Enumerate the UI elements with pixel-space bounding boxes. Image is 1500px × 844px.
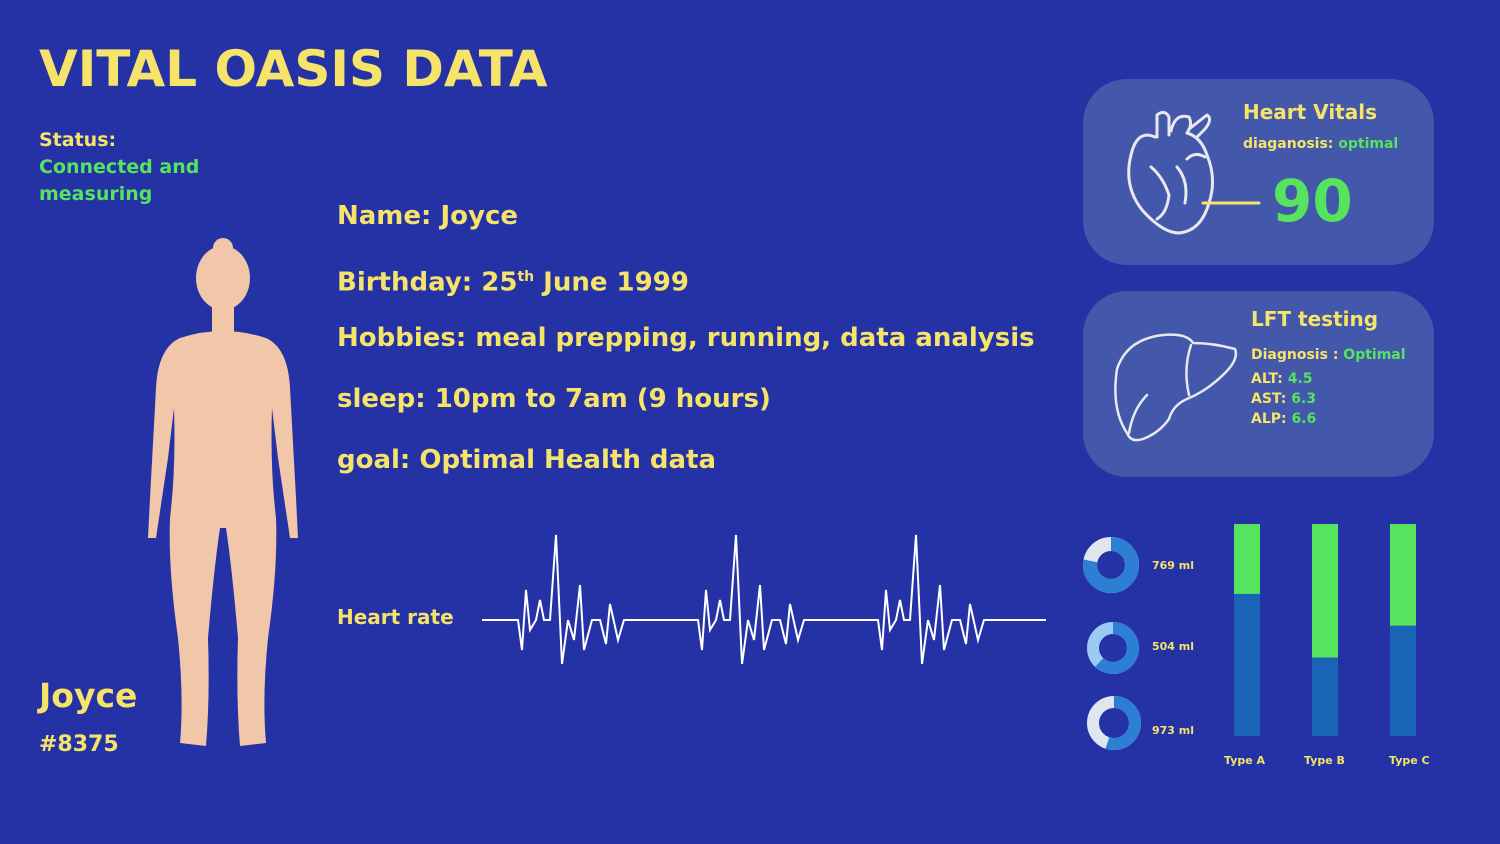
bar-green-type-b xyxy=(1312,524,1338,658)
lft-diag-value: Optimal xyxy=(1343,347,1406,363)
heart-diagnosis: diaganosis: optimal xyxy=(1243,136,1398,152)
birthday-suffix: June 1999 xyxy=(534,267,689,298)
donut-label-3: 973 ml xyxy=(1152,724,1195,737)
patient-id: #8375 xyxy=(39,732,119,757)
birthday-prefix: Birthday: 25 xyxy=(337,267,518,298)
heart-rate-label: Heart rate xyxy=(337,605,454,629)
lft-value: 6.6 xyxy=(1291,411,1317,427)
info-name: Name: Joyce xyxy=(337,201,519,231)
bar-blue-type-c xyxy=(1390,625,1416,736)
donut-chart-3 xyxy=(1087,696,1141,750)
status-block: Status: Connected and measuring xyxy=(39,127,219,208)
heart-rate-value: 90 xyxy=(1272,167,1353,235)
status-label: Status: xyxy=(39,129,117,151)
heart-diag-value: optimal xyxy=(1338,136,1399,152)
heart-icon xyxy=(1127,110,1261,235)
patient-name: Joyce xyxy=(39,676,138,715)
info-goal: goal: Optimal Health data xyxy=(337,445,717,475)
lft-diag-label: Diagnosis : xyxy=(1251,347,1344,363)
donut-label-2: 504 ml xyxy=(1152,640,1195,653)
bar-blue-type-b xyxy=(1312,657,1338,736)
body-silhouette xyxy=(148,238,298,746)
donut-label-1: 769 ml xyxy=(1152,559,1195,572)
lft-value: 6.3 xyxy=(1291,391,1316,407)
lft-row-ast: AST: 6.3 xyxy=(1251,389,1316,409)
donut-chart-1 xyxy=(1083,537,1139,593)
lft-results: ALT: 4.5 AST: 6.3 ALP: 6.6 xyxy=(1251,369,1316,429)
lft-label: ALP: xyxy=(1251,411,1292,427)
bar-green-type-a xyxy=(1234,524,1260,594)
lft-card: LFT testing Diagnosis : Optimal ALT: 4.5… xyxy=(1083,291,1434,477)
lft-title: LFT testing xyxy=(1251,307,1379,331)
info-birthday: Birthday: 25th June 1999 xyxy=(337,259,1035,320)
liver-icon xyxy=(1114,333,1238,442)
bar-label-type-c: Type C xyxy=(1389,754,1430,767)
bar-blue-type-a xyxy=(1234,593,1260,736)
info-sleep: sleep: 10pm to 7am (9 hours) xyxy=(337,384,771,414)
lft-value: 4.5 xyxy=(1287,371,1313,387)
lft-label: AST: xyxy=(1251,391,1292,407)
heart-vitals-title: Heart Vitals xyxy=(1243,100,1377,124)
donut-chart-2 xyxy=(1087,622,1139,674)
heart-vitals-card: Heart Vitals diaganosis: optimal 90 xyxy=(1083,79,1434,265)
info-hobbies: Hobbies: meal prepping, running, data an… xyxy=(337,323,1035,353)
bar-label-type-a: Type A xyxy=(1224,754,1266,767)
patient-info: Name: Joyce Birthday: 25th June 1999 Hob… xyxy=(337,198,1035,503)
lft-row-alp: ALP: 6.6 xyxy=(1251,409,1316,429)
bar-label-type-b: Type B xyxy=(1304,754,1345,767)
lft-diagnosis: Diagnosis : Optimal xyxy=(1251,347,1406,363)
lft-row-alt: ALT: 4.5 xyxy=(1251,369,1316,389)
heart-diag-label: diaganosis: xyxy=(1243,136,1339,152)
birthday-sup: th xyxy=(517,269,535,285)
page-title: VITAL OASIS DATA xyxy=(39,40,548,98)
status-value: Connected and measuring xyxy=(39,156,200,205)
stacked-bar-chart xyxy=(1234,524,1416,736)
bar-green-type-c xyxy=(1390,524,1416,626)
lft-label: ALT: xyxy=(1251,371,1288,387)
ecg-waveform xyxy=(482,534,1046,665)
